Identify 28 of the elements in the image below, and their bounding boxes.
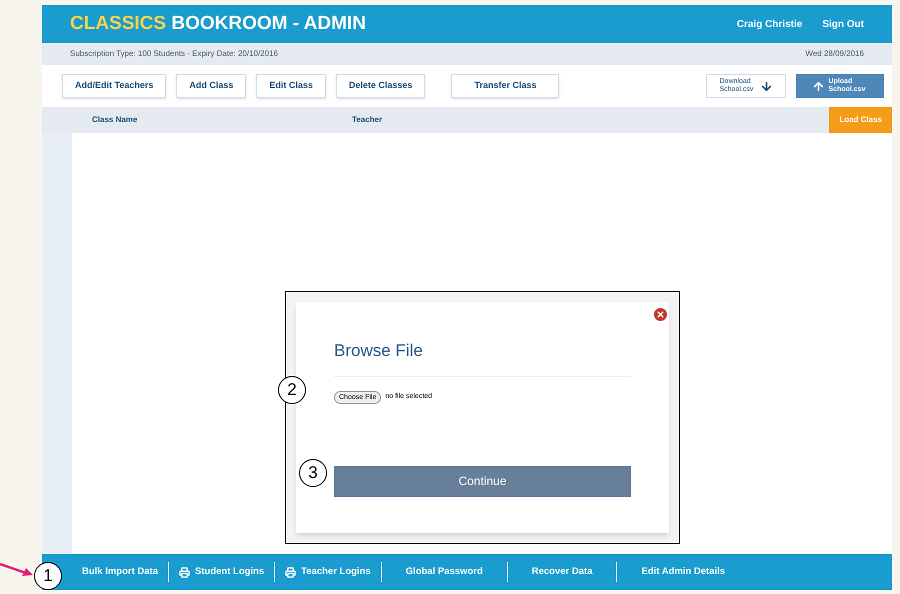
continue-button[interactable]: Continue [334,466,631,496]
printer-icon [285,566,296,578]
footer-link[interactable]: Edit Admin Details [627,564,740,580]
upload-icon [812,80,824,92]
toolbar-button[interactable]: Edit Class [256,74,326,98]
user-link[interactable]: Craig Christie [736,16,802,32]
toolbar-button[interactable]: Delete Classes [336,74,426,98]
callout-number: 1 [34,562,62,590]
footer-link[interactable]: Global Password [392,564,497,580]
column-header: Class Name [92,114,138,126]
toolbar-button[interactable]: Transfer Class [451,74,560,98]
printer-icon [179,566,190,578]
close-icon[interactable] [654,308,667,321]
footer-link[interactable]: Student Logins [179,564,264,580]
footer-link[interactable]: Bulk Import Data [82,564,158,580]
toolbar-button[interactable]: Add Class [176,74,246,98]
dialog-title: Browse File [334,338,631,376]
footer-link[interactable]: Teacher Logins [285,564,371,580]
subscription-text: Subscription Type: 100 Students - Expiry Date: 20/10/2016 [70,48,278,60]
pointer-arrow [0,560,34,578]
sign-out-link[interactable]: Sign Out [822,16,864,32]
toolbar-button[interactable]: Add/Edit Teachers [62,74,166,98]
download-icon [760,80,772,92]
date-text: Wed 28/09/2016 [805,48,864,60]
footer-link[interactable]: Recover Data [518,564,606,580]
column-header: Teacher [352,114,382,126]
app-title: CLASSICS BOOKROOM - ADMIN [70,12,366,36]
load-class-button[interactable]: Load Class [829,107,892,133]
